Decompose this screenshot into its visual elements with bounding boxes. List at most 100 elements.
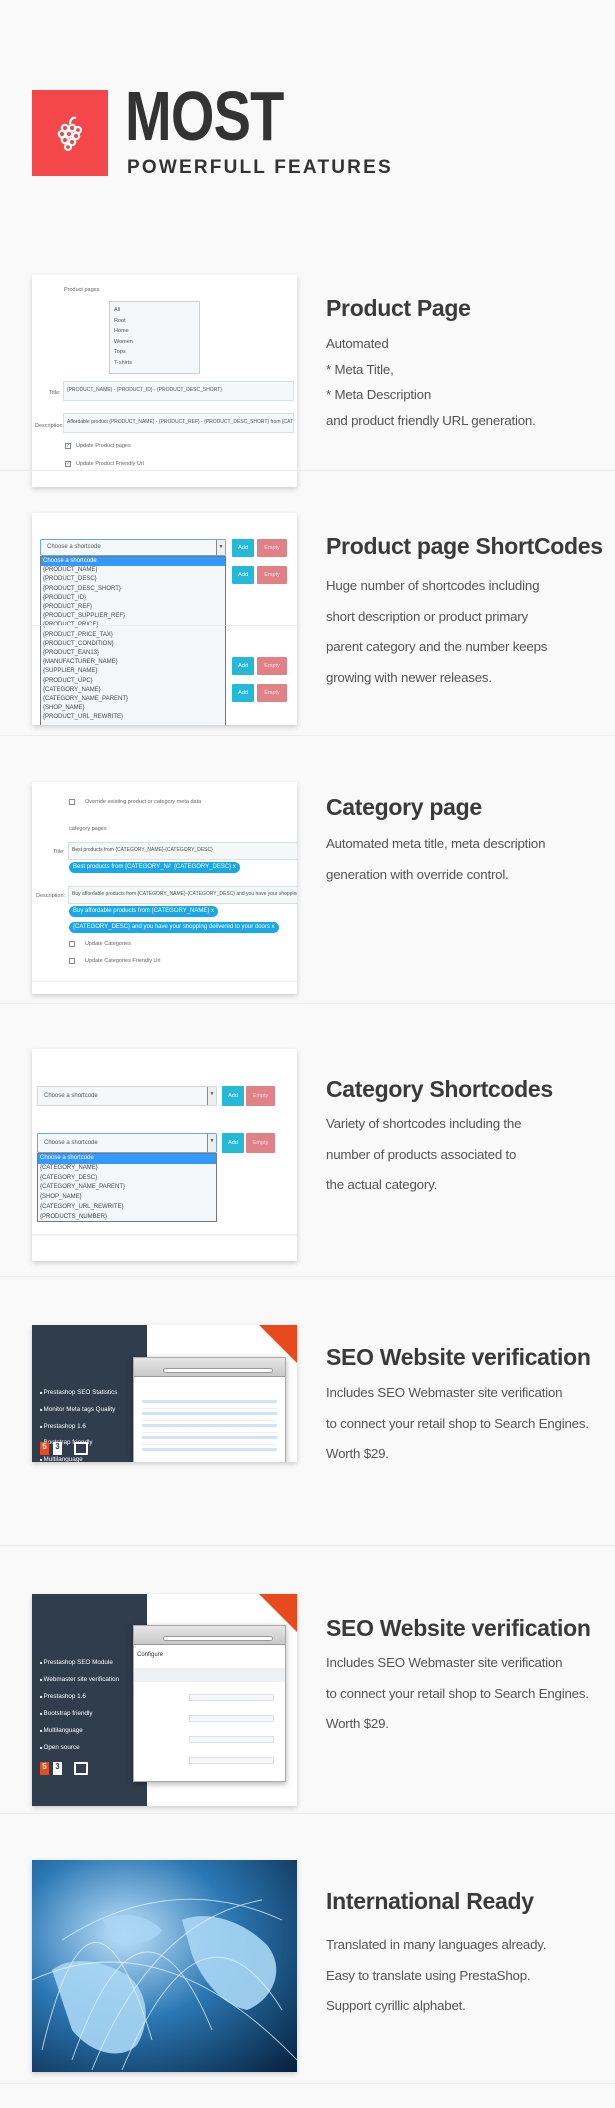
update-friendly-url-checkbox[interactable]: ✓ — [65, 461, 71, 467]
update-product-pages-checkbox[interactable]: ✓ — [65, 443, 71, 449]
dropdown-option[interactable]: {PRODUCT_NAME} — [41, 566, 225, 575]
item-text: * Meta Description — [326, 387, 432, 402]
empty-button[interactable]: Empty — [246, 1086, 275, 1106]
section-label: category pages — [69, 826, 107, 832]
add-button[interactable]: Add — [222, 1133, 244, 1153]
dropdown-option[interactable]: {PRODUCT_PRICE} — [41, 621, 225, 630]
empty-button[interactable]: Empty — [257, 657, 287, 675]
shortcode-dropdown[interactable]: Choose a shortcode {PRODUCT_NAME} {PRODUCT… — [40, 556, 226, 725]
dropdown-option[interactable]: {CATEGORY_NAME} — [41, 686, 225, 695]
feature-bullet: ■ Bootstrap friendly — [40, 1705, 119, 1722]
shortcode-select[interactable]: Choose a shortcode ▼ — [40, 539, 226, 556]
dropdown-option[interactable]: {PRODUCT_UPC} — [41, 677, 225, 686]
add-button[interactable]: Add — [232, 539, 254, 557]
dropdown-option[interactable]: {CATEGORY_DESC} — [38, 1174, 216, 1184]
stats-table — [134, 1377, 285, 1451]
dropdown-option[interactable]: {PRODUCT_ID} — [41, 594, 225, 603]
dropdown-option[interactable]: {PRODUCT_SUPPLIER_REF} — [41, 612, 225, 621]
dropdown-option[interactable]: {SHOP_NAME} — [38, 1193, 216, 1203]
dropdown-option[interactable]: {SHOP_NAME} — [41, 704, 225, 713]
dropdown-option[interactable]: {PRODUCT_CONDITION} — [41, 640, 225, 649]
item-text: {PRODUCT_CONDITION} — [43, 640, 114, 647]
item-text: Support cyrillic alphabet. — [326, 1998, 466, 2013]
dropdown-option[interactable]: {PRODUCT_REF} — [41, 603, 225, 612]
description-input[interactable]: Affordable product {PRODUCT_NAME} - {PRO… — [63, 413, 294, 433]
dropdown-option[interactable]: {PRODUCT_PRICE_TAX} — [41, 631, 225, 640]
html5-icon: 5 — [40, 1442, 49, 1455]
checkbox-label: Override existing product or category me… — [85, 799, 202, 805]
dropdown-option[interactable]: {PRODUCT_URL_REWRITE} — [41, 713, 225, 722]
title-input[interactable]: Best products from {CATEGORY_NAME}-{CATE… — [68, 842, 297, 860]
dropdown-option[interactable]: {CATEGORY_NAME_PARENT} — [38, 1183, 216, 1193]
description-input[interactable]: Buy affordable products from {CATEGORY_N… — [68, 886, 297, 904]
browser-window-mockup: Configure — [133, 1625, 286, 1782]
listbox-option[interactable]: Tops — [114, 347, 195, 358]
feature-body-line: Translated in many languages already. — [326, 1930, 546, 1961]
shortcode-tag[interactable]: Buy affordable products from {CATEGORY_N… — [69, 906, 219, 917]
listbox-option[interactable]: Women — [114, 337, 195, 348]
checkbox-label: Update Categories Friendly Url — [85, 958, 161, 964]
listbox-option[interactable]: Home — [114, 326, 195, 337]
shortcode-tag[interactable]: {CATEGORY_DESC} and you have your shoppi… — [69, 922, 279, 933]
feature-body-line: to connect your retail shop to Search En… — [326, 1409, 589, 1440]
item-text: Multilanguage — [43, 1727, 83, 1734]
shortcode-select[interactable]: Choose a shortcode ▼ — [37, 1086, 217, 1106]
page-title: MOST — [125, 77, 284, 155]
divider — [0, 470, 615, 471]
update-categories-checkbox[interactable] — [69, 941, 75, 947]
override-checkbox[interactable] — [69, 799, 75, 805]
title-input[interactable]: {PRODUCT_NAME} - {PRODUCT_ID} - {PRODUCT… — [63, 381, 294, 401]
dropdown-option[interactable]: {SUPPLIER_NAME} — [41, 667, 225, 676]
dropdown-option[interactable]: Choose a shortcode — [41, 557, 225, 567]
shortcode-dropdown[interactable]: Choose a shortcode {CATEGORY_NAME} {CATEGO… — [37, 1153, 217, 1222]
feature-body-line: number of products associated to — [326, 1140, 521, 1171]
empty-button[interactable]: Empty — [257, 539, 287, 557]
add-button[interactable]: Add — [232, 657, 254, 675]
item-text: {CATEGORY_URL_REWRITE} — [40, 1203, 124, 1210]
item-text: {PRODUCTS_NUMBER} — [40, 1213, 108, 1220]
listbox-option[interactable]: All — [114, 305, 195, 316]
add-button[interactable]: Add — [232, 566, 254, 584]
feature-bullet: ■ Prestashop SEO Statistics — [40, 1385, 117, 1402]
feature-body-line: and product friendly URL generation. — [326, 408, 536, 434]
item-text: {PRODUCT_SUPPLIER_REF} — [43, 613, 126, 620]
add-button[interactable]: Add — [222, 1086, 244, 1106]
item-text: growing with newer releases. — [326, 669, 492, 685]
dropdown-option[interactable]: {PRODUCT_EAN13} — [41, 649, 225, 658]
item-text: Prestashop SEO Statistics — [43, 1389, 118, 1396]
dropdown-option[interactable]: {PRODUCTS_NUMBER} — [38, 1213, 216, 1223]
dropdown-option[interactable]: {PRODUCT_DESC_SHORT} — [41, 585, 225, 594]
item-text: Automated meta title, meta description — [326, 836, 546, 851]
item-text: {PRODUCT_REF} — [43, 604, 93, 611]
shortcode-tag[interactable]: {CATEGORY_DESC} x — [170, 862, 240, 873]
product-shortcodes-screenshot: Choose a shortcode ▼ Choose a shortcode {P… — [32, 513, 297, 725]
chevron-down-icon: ▼ — [207, 1134, 216, 1152]
update-categories-url-checkbox[interactable] — [69, 958, 75, 964]
empty-button[interactable]: Empty — [257, 684, 287, 702]
category-listbox[interactable]: All Root Home Women Tops T-shirts — [109, 301, 200, 374]
listbox-option[interactable]: Root — [114, 316, 195, 327]
listbox-option[interactable]: T-shirts — [114, 358, 195, 369]
dropdown-option[interactable]: {CATEGORY_NAME} — [38, 1164, 216, 1174]
empty-button[interactable]: Empty — [246, 1133, 275, 1153]
divider — [0, 1545, 615, 1546]
item-text: Includes SEO Webmaster site verification — [326, 1655, 563, 1670]
item-text: and product friendly URL generation. — [326, 412, 536, 428]
dropdown-option[interactable]: {CATEGORY_URL_REWRITE} — [38, 1203, 216, 1213]
item-text: parent category and the number keeps — [326, 639, 548, 654]
product-page-screenshot: Product pages All Root Home Women Tops T-shir… — [32, 275, 297, 487]
item-text: {MANUFACTURER_NAME} — [43, 659, 118, 666]
item-text: {CATEGORY_DESC} — [40, 1174, 98, 1181]
empty-button[interactable]: Empty — [257, 566, 287, 584]
checkbox-label: Update Product pages — [76, 443, 131, 449]
shortcode-select[interactable]: Choose a shortcode ▼ — [37, 1133, 217, 1153]
dropdown-option[interactable]: Choose a shortcode — [38, 1154, 216, 1164]
feature-category-shortcodes: Choose a shortcode ▼ Add Empty Choose a s… — [0, 1030, 615, 1298]
category-shortcodes-screenshot: Choose a shortcode ▼ Add Empty Choose a s… — [32, 1049, 297, 1261]
category-page-screenshot: Override existing product or category me… — [32, 782, 297, 994]
dropdown-option[interactable]: {PRODUCT_DESC} — [41, 575, 225, 584]
dropdown-option[interactable]: {CATEGORY_NAME_PARENT} — [41, 695, 225, 704]
item-text: * Meta Title, — [326, 361, 394, 377]
dropdown-option[interactable]: {MANUFACTURER_NAME} — [41, 658, 225, 667]
add-button[interactable]: Add — [232, 684, 254, 702]
